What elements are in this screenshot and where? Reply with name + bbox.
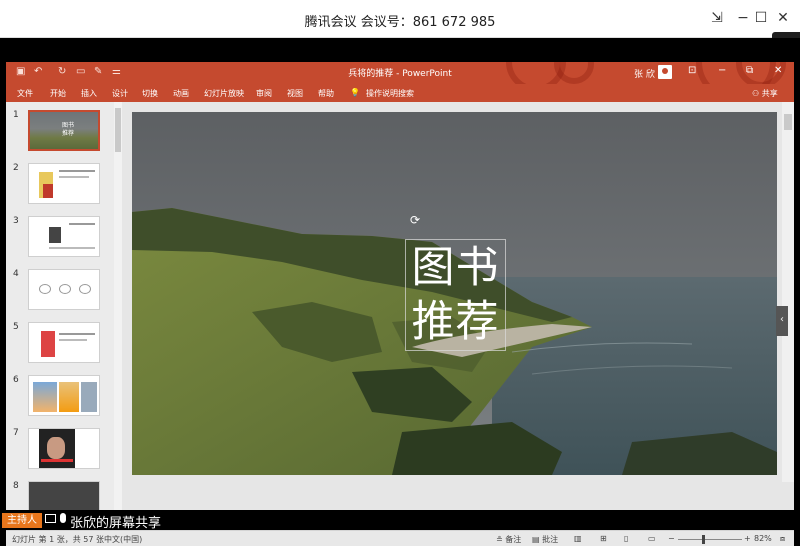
- tab-transitions[interactable]: 切换: [142, 88, 158, 99]
- slide-thumbnail-6[interactable]: [28, 375, 100, 416]
- status-bar: 幻灯片 第 1 张，共 57 张 中文(中国) ≗ 备注 ▤ 批注 ▥ ⊞ ▯ …: [6, 530, 794, 546]
- scrollbar-handle[interactable]: [784, 114, 792, 130]
- thumbnail-number: 6: [13, 375, 19, 385]
- maximize-icon[interactable]: ☐: [752, 10, 770, 26]
- slide-thumbnail-5[interactable]: [28, 322, 100, 363]
- fit-slide-icon[interactable]: ⧈: [780, 534, 785, 544]
- ppt-restore-icon[interactable]: ⧉: [746, 65, 753, 76]
- person-icon: ⚇: [752, 89, 762, 98]
- powerpoint-window: ▣ ↶ ↻ ▭ ✎ ⚌ 兵将的推荐 - PowerPoint 张 欣 ⊡ − ⧉…: [6, 62, 794, 546]
- minimize-icon[interactable]: −: [734, 10, 752, 26]
- slide-scrollbar[interactable]: [782, 102, 794, 482]
- cursor-icon: ⟳: [410, 213, 421, 227]
- thumbnail-number: 2: [13, 163, 19, 173]
- host-badge: 主持人: [2, 513, 42, 528]
- pin-icon[interactable]: ⇲: [708, 10, 726, 26]
- share-label: 共享: [761, 89, 778, 98]
- thumbnail-number: 1: [13, 110, 19, 120]
- screen-share-label: 张欣的屏幕共享: [70, 516, 162, 531]
- tab-file[interactable]: 文件: [17, 88, 33, 99]
- slide-sorter-icon[interactable]: ⊞: [600, 534, 607, 543]
- notes-icon: ≗: [496, 535, 506, 544]
- zoom-out-icon[interactable]: −: [668, 534, 675, 543]
- thumbnail-number: 3: [13, 216, 19, 226]
- tab-slideshow[interactable]: 幻灯片放映: [204, 88, 244, 99]
- tell-me-search[interactable]: 操作说明搜索: [366, 88, 414, 99]
- reading-view-icon[interactable]: ▯: [624, 534, 628, 543]
- scrollbar-handle[interactable]: [115, 108, 121, 152]
- language-indicator[interactable]: 中文(中国): [104, 534, 142, 545]
- slide-thumbnail-7[interactable]: [28, 428, 100, 469]
- ppt-close-icon[interactable]: ✕: [774, 65, 782, 76]
- comments-label: 批注: [542, 535, 559, 544]
- thumbnail-number: 8: [13, 481, 19, 491]
- meeting-title-bar: 腾讯会议 会议号：861 672 985 ⇲ − ☐ ✕: [0, 0, 800, 38]
- zoom-in-icon[interactable]: +: [744, 534, 751, 543]
- slide-thumbnail-4[interactable]: [28, 269, 100, 310]
- notes-label: 备注: [505, 535, 522, 544]
- thumbnail-scrollbar[interactable]: [114, 102, 122, 530]
- comments-button[interactable]: ▤ 批注: [532, 534, 558, 545]
- tab-home[interactable]: 开始: [50, 88, 66, 99]
- slide-title-line2: 推荐: [411, 297, 500, 347]
- zoom-slider[interactable]: [678, 539, 742, 540]
- thumbnail-number: 4: [13, 269, 19, 279]
- screen-share-icon: [45, 514, 56, 523]
- tab-design[interactable]: 设计: [112, 88, 128, 99]
- lightbulb-icon: 💡: [350, 88, 360, 97]
- ppt-title-bar: ▣ ↶ ↻ ▭ ✎ ⚌ 兵将的推荐 - PowerPoint 张 欣 ⊡ − ⧉…: [6, 62, 794, 84]
- slideshow-view-icon[interactable]: ▭: [648, 534, 656, 543]
- current-slide[interactable]: ⟳ 图书 推荐: [132, 112, 777, 475]
- tab-view[interactable]: 视图: [287, 88, 303, 99]
- tab-help[interactable]: 帮助: [318, 88, 334, 99]
- shared-screen: ▣ ↶ ↻ ▭ ✎ ⚌ 兵将的推荐 - PowerPoint 张 欣 ⊡ − ⧉…: [0, 38, 800, 546]
- meeting-footer: 主持人 张欣的屏幕共享: [0, 510, 800, 531]
- notes-button[interactable]: ≗ 备注: [496, 534, 521, 545]
- user-name[interactable]: 张 欣: [634, 67, 655, 80]
- slide-thumbnail-panel[interactable]: 1 图书 推荐 2 3 4 5 6 7 8: [6, 102, 122, 530]
- slide-counter: 幻灯片 第 1 张，共 57 张: [12, 535, 104, 544]
- title-placeholder[interactable]: 图书 推荐: [405, 239, 506, 351]
- tab-animations[interactable]: 动画: [173, 88, 189, 99]
- zoom-level[interactable]: 82%: [754, 534, 772, 543]
- slide-thumbnail-3[interactable]: [28, 216, 100, 257]
- slide-thumbnail-2[interactable]: [28, 163, 100, 204]
- meeting-title: 腾讯会议 会议号：861 672 985: [304, 15, 496, 30]
- document-title: 兵将的推荐 - PowerPoint: [348, 69, 452, 79]
- slide-thumbnail-1[interactable]: 图书 推荐: [28, 110, 100, 151]
- microphone-icon: [60, 513, 66, 523]
- tab-review[interactable]: 审阅: [256, 88, 272, 99]
- ribbon-display-icon[interactable]: ⊡: [688, 65, 696, 76]
- avatar[interactable]: [658, 65, 672, 79]
- thumbnail-title: 图书 推荐: [62, 122, 75, 137]
- side-panel-toggle[interactable]: ‹: [776, 306, 788, 336]
- thumbnail-number: 7: [13, 428, 19, 438]
- normal-view-icon[interactable]: ▥: [574, 534, 582, 543]
- thumbnail-number: 5: [13, 322, 19, 332]
- slide-title-line1: 图书: [411, 243, 500, 293]
- close-icon[interactable]: ✕: [774, 10, 792, 26]
- ribbon-tabs: 文件 开始 插入 设计 切换 动画 幻灯片放映 审阅 视图 帮助 💡 操作说明搜…: [6, 84, 794, 102]
- tab-insert[interactable]: 插入: [81, 88, 97, 99]
- comment-icon: ▤: [532, 535, 543, 544]
- ppt-minimize-icon[interactable]: −: [718, 65, 726, 76]
- slide-editor[interactable]: ⟳ 图书 推荐: [122, 102, 794, 530]
- zoom-slider-handle[interactable]: [702, 535, 705, 544]
- share-button[interactable]: ⚇ 共享: [752, 88, 778, 99]
